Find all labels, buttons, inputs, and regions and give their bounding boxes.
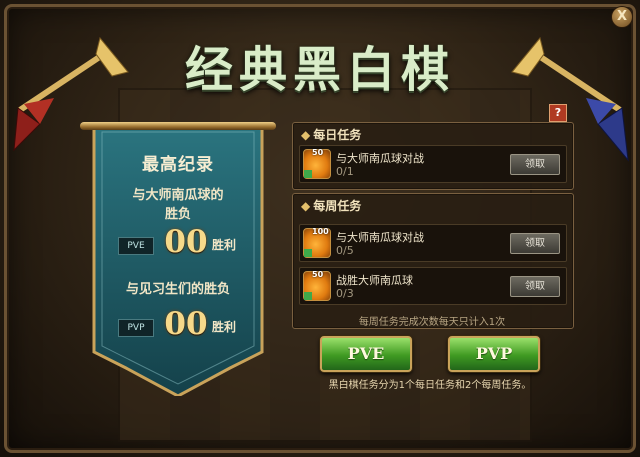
weekly-tasks-header: ◆ 每周任务 (301, 197, 361, 214)
claim-button[interactable]: 领取 (510, 154, 560, 175)
pumpkin-reward-icon: 50 (303, 148, 331, 179)
pvp-wins-label: 胜利 (212, 320, 237, 334)
task-progress: 0/1 (336, 165, 354, 178)
pve-record-row: PVE 00 胜利 (118, 224, 238, 262)
task-progress: 0/3 (336, 287, 354, 300)
footer-info: 黑白棋任务分为1个每日任务和2个每周任务。 (328, 380, 532, 391)
pvp-record-row: PVP 00 胜利 (118, 306, 238, 344)
task-row: 50 战胜大师南瓜球 0/3 领取 (299, 267, 567, 305)
record-heading: 最高纪录 (142, 155, 214, 175)
pve-record-title-line1: 与大师南瓜球的 (132, 188, 224, 203)
weekly-note: 每周任务完成次数每天只计入1次 (358, 317, 506, 328)
task-row: 100 与大师南瓜球对战 0/5 领取 (299, 224, 567, 262)
daily-tasks-header: ◆ 每日任务 (301, 126, 361, 143)
reward-badge: 50 (312, 148, 324, 157)
pvp-tag: PVP (118, 319, 154, 337)
help-icon[interactable]: ? (549, 104, 567, 122)
daily-tasks-panel: ◆ 每日任务 50 与大师南瓜球对战 0/1 领取 (292, 122, 574, 190)
pumpkin-reward-icon: 50 (303, 270, 331, 301)
reward-badge: 50 (312, 270, 324, 279)
claim-button[interactable]: 领取 (510, 233, 560, 254)
pumpkin-reward-icon: 100 (303, 227, 331, 258)
pvp-wins-value: 00 (164, 306, 208, 342)
weekly-tasks-panel: ◆ 每周任务 100 与大师南瓜球对战 0/5 领取 50 战胜大师南瓜球 0/3… (292, 193, 574, 329)
reward-badge: 100 (312, 227, 329, 236)
task-name: 与大师南瓜球对战 (336, 231, 424, 244)
claim-button[interactable]: 领取 (510, 276, 560, 297)
diamond-icon: ◆ (301, 128, 311, 142)
game-window: 经典黑白棋 X ? 最高纪录 与大师南瓜球的 胜负 PVE 00 胜利 与见习生… (0, 0, 640, 457)
task-name: 与大师南瓜球对战 (336, 152, 424, 165)
pve-wins-label: 胜利 (212, 238, 237, 252)
diamond-icon: ◆ (301, 199, 311, 213)
pve-record-title-line2: 胜负 (164, 207, 191, 222)
close-button[interactable]: X (611, 6, 633, 28)
task-row: 50 与大师南瓜球对战 0/1 领取 (299, 145, 567, 183)
weekly-tasks-title: 每周任务 (313, 199, 362, 213)
game-title: 经典黑白棋 (184, 42, 455, 98)
pvp-record-title: 与见习生们的胜负 (125, 282, 230, 297)
task-name: 战胜大师南瓜球 (336, 274, 413, 287)
daily-tasks-title: 每日任务 (313, 128, 362, 142)
task-progress: 0/5 (336, 244, 354, 257)
pve-wins-value: 00 (164, 224, 208, 260)
pvp-button[interactable]: PVP (448, 336, 540, 372)
pve-button[interactable]: PVE (320, 336, 412, 372)
banner-rod (80, 122, 276, 130)
pve-tag: PVE (118, 237, 154, 255)
